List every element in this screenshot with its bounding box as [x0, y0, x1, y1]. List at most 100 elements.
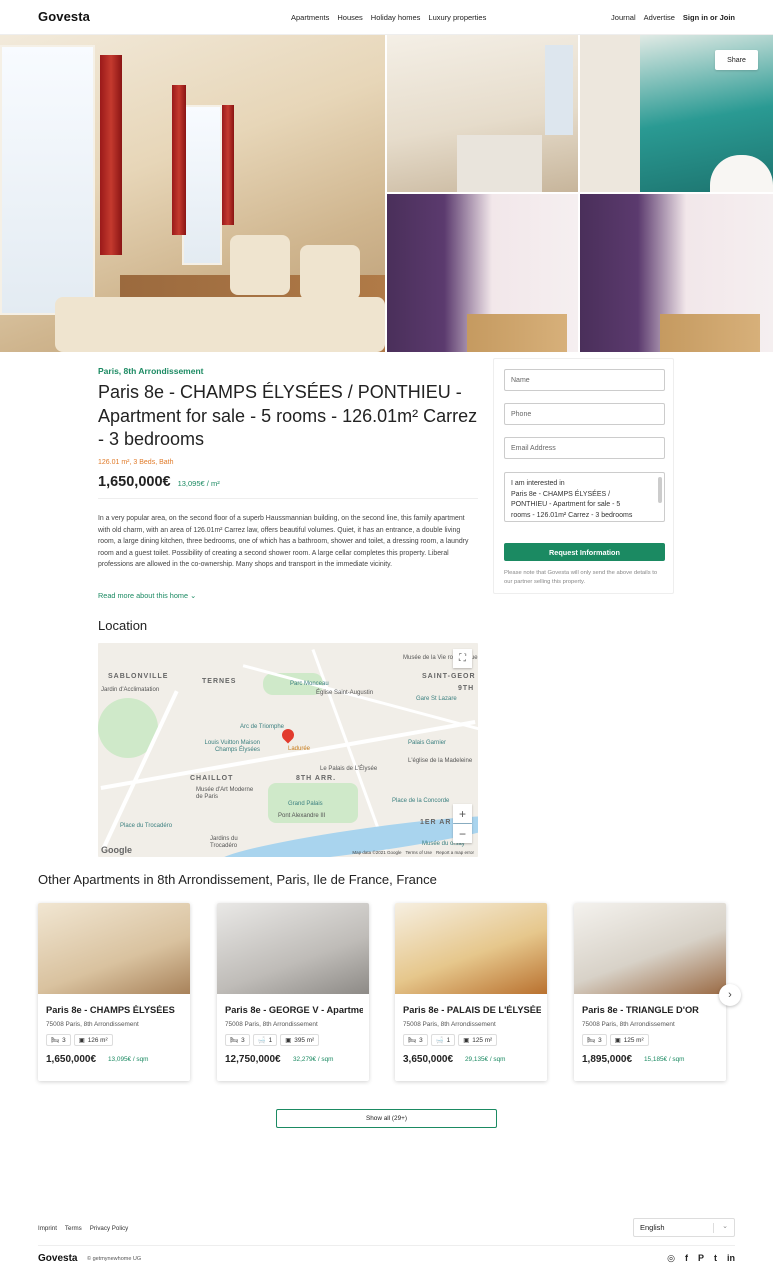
main-photo-living-room[interactable]	[0, 35, 385, 352]
nav-journal[interactable]: Journal	[611, 13, 636, 22]
twitter-icon[interactable]: t	[714, 1253, 717, 1264]
sign-in-link[interactable]: Sign in or Join	[683, 13, 735, 22]
map-label-palais-garnier: Palais Garnier	[408, 740, 447, 746]
map-label-arr9: 9TH	[458, 685, 475, 692]
linkedin-icon[interactable]: in	[727, 1253, 735, 1264]
area-icon: ▣	[463, 1037, 470, 1044]
apartment-card[interactable]: Paris 8e - CHAMPS ÉLYSÉES 75008 Paris, 8…	[38, 903, 190, 1081]
site-header: Govesta Apartments Houses Holiday homes …	[0, 0, 773, 35]
map-label-sablonville: SABLONVILLE	[108, 673, 169, 680]
curtain-shape	[100, 55, 122, 255]
map-label-louis-vuitton: Louis Vuitton Maison Champs Élysées	[204, 740, 260, 753]
map-label-concorde: Place de la Concorde	[392, 798, 450, 804]
nav-houses[interactable]: Houses	[337, 13, 362, 22]
map-terms-link[interactable]: Terms of Use	[405, 850, 432, 855]
beds-value: 3	[62, 1036, 66, 1044]
card-title: Paris 8e - PALAIS DE L'ÉLYSÉE	[403, 1005, 541, 1015]
footer-imprint-link[interactable]: Imprint	[38, 1225, 57, 1232]
apartment-card[interactable]: Paris 8e - TRIANGLE D'OR 75008 Paris, 8t…	[574, 903, 726, 1081]
footer-privacy-link[interactable]: Privacy Policy	[90, 1225, 129, 1232]
message-scrollbar[interactable]	[658, 477, 662, 503]
instagram-icon[interactable]: ◎	[667, 1253, 675, 1264]
map-label-jardin-accl: Jardin d'Acclimatation	[101, 687, 160, 693]
card-title: Paris 8e - GEORGE V - Apartment	[225, 1005, 363, 1015]
footer-logo[interactable]: Govesta	[38, 1253, 77, 1264]
map-label-palais-elysee: Le Palais de L'Élysée	[320, 766, 378, 772]
card-title: Paris 8e - TRIANGLE D'OR	[582, 1005, 699, 1015]
card-address: 75008 Paris, 8th Arrondissement	[403, 1021, 496, 1028]
photo-gallery: Share	[0, 35, 773, 352]
photo-kitchen[interactable]	[387, 35, 578, 192]
baths-value: 1	[446, 1036, 451, 1044]
listing-title: Paris 8e - CHAMPS ÉLYSÉES / PONTHIEU - A…	[98, 382, 478, 449]
carousel-next-button[interactable]: ›	[719, 984, 741, 1006]
fullscreen-icon[interactable]: ⛶	[453, 649, 472, 668]
map-label-parc-monceau: Parc Monceau	[290, 681, 329, 687]
photo-bathroom[interactable]: Share	[580, 35, 773, 192]
share-button[interactable]: Share	[715, 50, 758, 70]
select-separator	[713, 1223, 714, 1233]
footer-terms-link[interactable]: Terms	[65, 1225, 82, 1232]
bed-icon: 🛏	[230, 1037, 239, 1044]
listing-locality[interactable]: Paris, 8th Arrondissement	[98, 366, 204, 376]
area-value: 395 m²	[294, 1036, 315, 1044]
card-price: 1,895,000€	[582, 1054, 633, 1065]
footer-links: Imprint Terms Privacy Policy	[38, 1225, 128, 1232]
show-all-button[interactable]: Show all (29+)	[276, 1109, 497, 1128]
tub-shape	[710, 155, 773, 192]
message-text: I am interested in Paris 8e - CHAMPS ÉLY…	[511, 480, 633, 519]
contact-form: Name Phone Email Address I am interested…	[493, 358, 674, 594]
beds-badge: 🛏 3	[46, 1034, 71, 1046]
card-features: 🛏 3 ▣ 126 m²	[46, 1034, 113, 1046]
card-price: 3,650,000€	[403, 1054, 454, 1065]
card-features: 🛏 3 ▣ 125 m²	[582, 1034, 649, 1046]
google-logo[interactable]: Google	[101, 845, 132, 855]
request-information-button[interactable]: Request Information	[504, 543, 665, 561]
photo-bedroom-2[interactable]	[580, 194, 773, 352]
zoom-out-button[interactable]: −	[453, 824, 472, 843]
apartment-card[interactable]: Paris 8e - GEORGE V - Apartment 75008 Pa…	[217, 903, 369, 1081]
zoom-in-button[interactable]: +	[453, 804, 472, 823]
pinterest-icon[interactable]: P	[698, 1253, 704, 1264]
nav-apartments[interactable]: Apartments	[291, 13, 329, 22]
map-label-musee-art: Musée d'Art Moderne de Paris	[196, 787, 254, 800]
language-select[interactable]: English ⌄	[633, 1218, 735, 1237]
map-report-link[interactable]: Report a map error	[436, 850, 474, 855]
read-more-link[interactable]: Read more about this home ⌄	[98, 591, 196, 600]
area-value: 126 m²	[87, 1036, 108, 1044]
card-price-per-sqm: 32,279€ / sqm	[293, 1056, 334, 1063]
card-photo	[217, 903, 369, 994]
email-field[interactable]: Email Address	[504, 437, 665, 459]
window-shape	[545, 45, 573, 135]
window-shape	[0, 45, 95, 315]
beds-badge: 🛏 3	[582, 1034, 607, 1046]
area-value: 125 m²	[623, 1036, 644, 1044]
area-icon: ▣	[285, 1037, 292, 1044]
photo-bedroom-1[interactable]	[387, 194, 578, 352]
map-label-saint-georges: SAINT-GEOR	[422, 673, 476, 680]
nav-holiday-homes[interactable]: Holiday homes	[371, 13, 421, 22]
location-map[interactable]: SABLONVILLE Jardin d'Acclimatation TERNE…	[98, 643, 478, 857]
area-badge: ▣ 395 m²	[280, 1034, 320, 1046]
bed-icon: 🛏	[587, 1037, 596, 1044]
apartment-card[interactable]: Paris 8e - PALAIS DE L'ÉLYSÉE 75008 Pari…	[395, 903, 547, 1081]
beds-value: 3	[598, 1036, 602, 1044]
bed-icon: 🛏	[408, 1037, 417, 1044]
listing-description: In a very popular area, on the second fl…	[98, 515, 469, 568]
footer-copyright: © getmynewhome UG	[87, 1256, 142, 1262]
armchair-shape	[300, 245, 360, 300]
nav-advertise[interactable]: Advertise	[644, 13, 675, 22]
map-data-text: Map data ©2021 Google	[352, 850, 402, 855]
nav-luxury-properties[interactable]: Luxury properties	[428, 13, 486, 22]
header-right-nav: Journal Advertise Sign in or Join	[611, 13, 735, 22]
area-icon: ▣	[78, 1037, 85, 1044]
phone-field[interactable]: Phone	[504, 403, 665, 425]
facebook-icon[interactable]: f	[685, 1253, 688, 1264]
bath-icon: 🛁	[257, 1037, 266, 1044]
message-field[interactable]: I am interested in Paris 8e - CHAMPS ÉLY…	[504, 472, 665, 522]
logo[interactable]: Govesta	[38, 9, 90, 24]
sofa-shape	[55, 297, 385, 352]
chevron-right-icon: ›	[728, 989, 732, 1001]
name-field[interactable]: Name	[504, 369, 665, 391]
card-price: 1,650,000€	[46, 1054, 97, 1065]
